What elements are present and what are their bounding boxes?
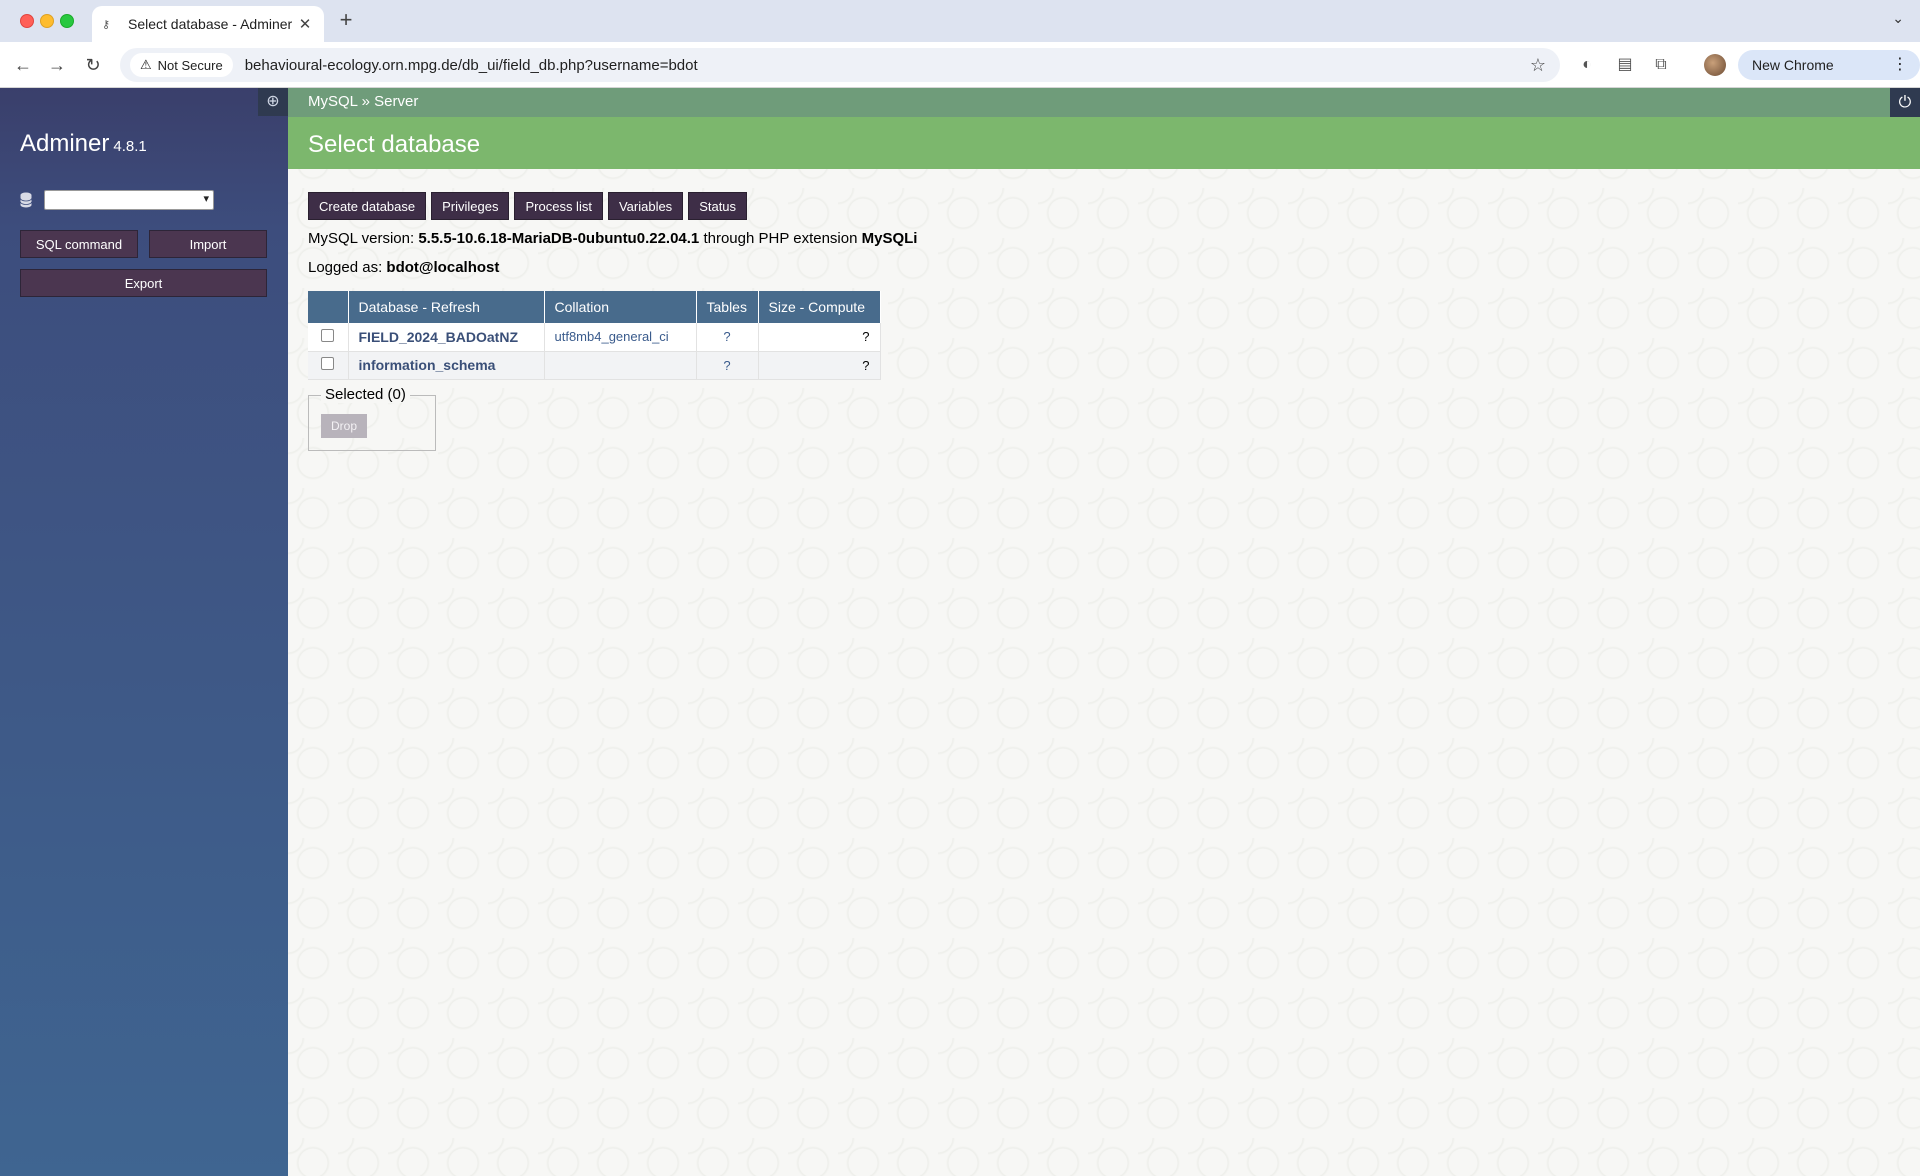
php-extension: MySQLi <box>861 230 918 247</box>
tables-count-link[interactable]: ? <box>723 358 730 373</box>
logged-prefix: Logged as: <box>308 259 383 276</box>
reload-icon[interactable]: ↻ <box>80 52 106 78</box>
browser-toolbar: ← → ↻ ⚠ Not Secure behavioural-ecology.o… <box>0 42 1920 103</box>
size-value: ? <box>862 357 870 373</box>
tab-close-icon[interactable]: ✕ <box>296 15 314 33</box>
security-label: Not Secure <box>157 57 223 73</box>
database-icon <box>20 192 32 208</box>
tables-cell: ? <box>696 323 759 352</box>
size-value: ? <box>862 329 870 345</box>
database-select[interactable]: ▾ <box>44 190 214 210</box>
url-text[interactable]: behavioural-ecology.orn.mpg.de/db_ui/fie… <box>245 57 1530 74</box>
database-link[interactable]: information_schema <box>359 357 496 373</box>
reading-mode-icon[interactable]: ▤ <box>1614 54 1636 76</box>
tab-title: Select database - Adminer <box>128 16 293 32</box>
close-window-button[interactable] <box>20 14 34 28</box>
sql-command-button[interactable]: SQL command <box>20 230 138 258</box>
drop-button[interactable]: Drop <box>321 414 367 438</box>
process-list-button[interactable]: Process list <box>514 192 603 220</box>
language-globe-icon[interactable]: ⊕ <box>258 88 288 116</box>
selection-fieldset: Selected (0) Drop <box>308 386 436 451</box>
table-row: information_schema ? ? <box>308 351 881 380</box>
collation-cell: utf8mb4_general_ci <box>544 323 697 352</box>
app-name: Adminer <box>20 130 110 157</box>
version-mid: through PHP extension <box>703 230 858 247</box>
database-name-cell: FIELD_2024_BADOatNZ <box>348 323 545 352</box>
mysql-version-line: MySQL version: 5.5.5-10.6.18-MariaDB-0ub… <box>308 230 917 247</box>
logged-as-line: Logged as: bdot@localhost <box>308 259 499 276</box>
adminer-page: ⊕ Adminer 4.8.1 ▾ SQL command Import Expo… <box>0 88 1920 1176</box>
logout-power-icon[interactable]: ⏻ <box>1890 88 1920 117</box>
tables-header: Tables <box>696 291 759 323</box>
size-cell: ? <box>758 351 881 380</box>
app-version: 4.8.1 <box>113 138 147 155</box>
browser-tab[interactable]: ⚷ Select database - Adminer ✕ <box>92 6 324 42</box>
table-header-row: Database - Refresh Collation Tables Size… <box>308 291 881 323</box>
status-button[interactable]: Status <box>688 192 748 220</box>
address-bar[interactable]: ⚠ Not Secure behavioural-ecology.orn.mpg… <box>120 48 1560 82</box>
back-arrow-icon[interactable]: ← <box>10 52 36 78</box>
row-checkbox-cell <box>308 323 349 352</box>
row-checkbox[interactable] <box>321 357 335 370</box>
create-database-button[interactable]: Create database <box>308 192 427 220</box>
import-button[interactable]: Import <box>149 230 267 258</box>
row-checkbox-cell <box>308 351 349 380</box>
collation-header: Collation <box>544 291 697 323</box>
key-icon: ⚷ <box>102 18 111 31</box>
action-links: Create database Privileges Process list … <box>308 192 748 220</box>
bookmark-star-icon[interactable]: ☆ <box>1530 55 1546 76</box>
breadcrumb-bar: MySQL » Server ⏻ <box>288 88 1920 117</box>
database-table: Database - Refresh Collation Tables Size… <box>308 291 881 380</box>
tables-cell: ? <box>696 351 759 380</box>
new-tab-button[interactable]: + <box>334 8 358 32</box>
logged-user: bdot@localhost <box>386 259 500 276</box>
export-button[interactable]: Export <box>20 269 267 297</box>
new-chrome-available-button[interactable]: New Chrome available ⋮ <box>1738 50 1920 103</box>
collation-link[interactable]: utf8mb4_general_ci <box>555 329 669 344</box>
size-header[interactable]: Size - Compute <box>758 291 881 323</box>
browser-tab-bar: ⚷ Select database - Adminer ✕ + ⌄ <box>0 0 1920 42</box>
row-checkbox[interactable] <box>321 328 335 342</box>
select-all-header <box>308 291 349 323</box>
warning-icon: ⚠ <box>140 57 152 72</box>
collation-cell <box>544 351 697 380</box>
size-cell: ? <box>758 323 881 352</box>
tables-count-link[interactable]: ? <box>723 329 730 344</box>
database-name-cell: information_schema <box>348 351 545 380</box>
google-lens-icon[interactable]: ◐ <box>1576 54 1598 76</box>
profile-avatar[interactable] <box>1704 54 1726 76</box>
variables-button[interactable]: Variables <box>607 192 684 220</box>
version-prefix: MySQL version: <box>308 230 415 247</box>
table-row: FIELD_2024_BADOatNZ utf8mb4_general_ci ?… <box>308 323 881 352</box>
title-bar: Select database <box>288 117 1920 169</box>
kebab-menu-icon: ⋮ <box>1892 56 1908 73</box>
adminer-logo[interactable]: Adminer 4.8.1 <box>20 130 147 158</box>
page-title: Select database <box>308 131 481 158</box>
sidebar: ⊕ Adminer 4.8.1 ▾ SQL command Import Expo… <box>0 88 288 1176</box>
tab-search-icon[interactable]: ⌄ <box>1892 10 1904 27</box>
extensions-icon[interactable]: ⧉ <box>1650 54 1672 76</box>
breadcrumb[interactable]: MySQL » Server <box>308 93 418 110</box>
main-content: MySQL » Server ⏻ Select database Create … <box>288 88 1920 1176</box>
chevron-down-icon: ▾ <box>203 193 209 205</box>
forward-arrow-icon[interactable]: → <box>44 52 70 78</box>
minimize-window-button[interactable] <box>40 14 54 28</box>
privileges-button[interactable]: Privileges <box>431 192 510 220</box>
maximize-window-button[interactable] <box>60 14 74 28</box>
security-chip[interactable]: ⚠ Not Secure <box>130 53 233 77</box>
database-header[interactable]: Database - Refresh <box>348 291 545 323</box>
version-value: 5.5.5-10.6.18-MariaDB-0ubuntu0.22.04.1 <box>418 230 700 247</box>
database-link[interactable]: FIELD_2024_BADOatNZ <box>359 329 519 345</box>
selected-legend: Selected (0) <box>321 386 410 403</box>
